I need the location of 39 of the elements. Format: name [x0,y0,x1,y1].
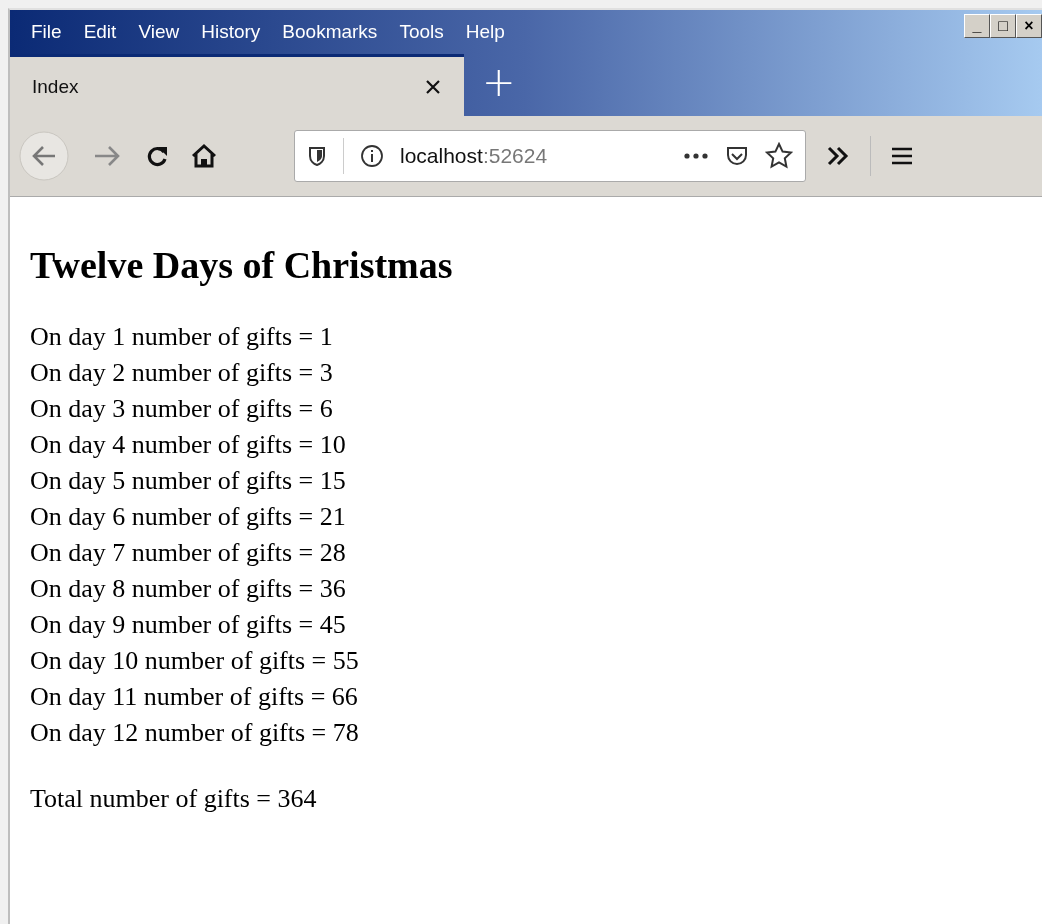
close-icon[interactable] [424,77,442,96]
menu-icon[interactable] [891,146,913,166]
overflow-icon[interactable] [826,145,850,167]
gift-line: On day 9 number of gifts = 45 [30,609,347,641]
window-control-button[interactable]: □ [990,14,1016,38]
gift-line: On day 4 number of gifts = 10 [30,429,347,461]
menu-item[interactable]: Edit [72,21,128,43]
gift-line: On day 10 number of gifts = 55 [30,645,360,677]
window-control-button[interactable]: × [1016,14,1042,38]
total-line: Total number of gifts = 364 [30,783,318,815]
url-text: localhost:52624 [400,144,549,168]
browser-tab[interactable]: Index [10,54,464,116]
gift-line: On day 11 number of gifts = 66 [30,681,359,713]
menu-item[interactable]: Help [454,21,516,43]
gift-line: On day 7 number of gifts = 28 [30,537,347,569]
gift-line: On day 5 number of gifts = 15 [30,465,347,497]
gift-line: On day 2 number of gifts = 3 [30,357,334,389]
gift-line: On day 3 number of gifts = 6 [30,393,334,425]
menu-item[interactable]: View [127,21,191,43]
info-icon[interactable] [360,144,384,168]
window-control-button[interactable]: _ [964,14,990,38]
address-bar[interactable]: localhost:52624 [294,130,806,182]
gift-line: On day 1 number of gifts = 1 [30,321,334,353]
back-icon[interactable] [18,130,70,182]
gift-line: On day 12 number of gifts = 78 [30,717,360,749]
gift-line: On day 8 number of gifts = 36 [30,573,347,605]
menu-item[interactable]: History [190,21,272,43]
menu-item[interactable]: File [20,21,73,43]
page-heading: Twelve Days of Christmas [30,243,454,287]
menu-item[interactable]: Bookmarks [271,21,389,43]
new-tab-button[interactable]: + [464,54,534,116]
pocket-icon[interactable] [725,145,749,167]
menu-item[interactable]: Tools [388,21,455,43]
home-icon[interactable] [190,142,218,170]
tab-title: Index [32,75,79,98]
shield-icon[interactable] [307,145,327,167]
more-icon[interactable] [683,152,709,160]
gift-line: On day 6 number of gifts = 21 [30,501,347,533]
star-icon[interactable] [765,142,793,170]
